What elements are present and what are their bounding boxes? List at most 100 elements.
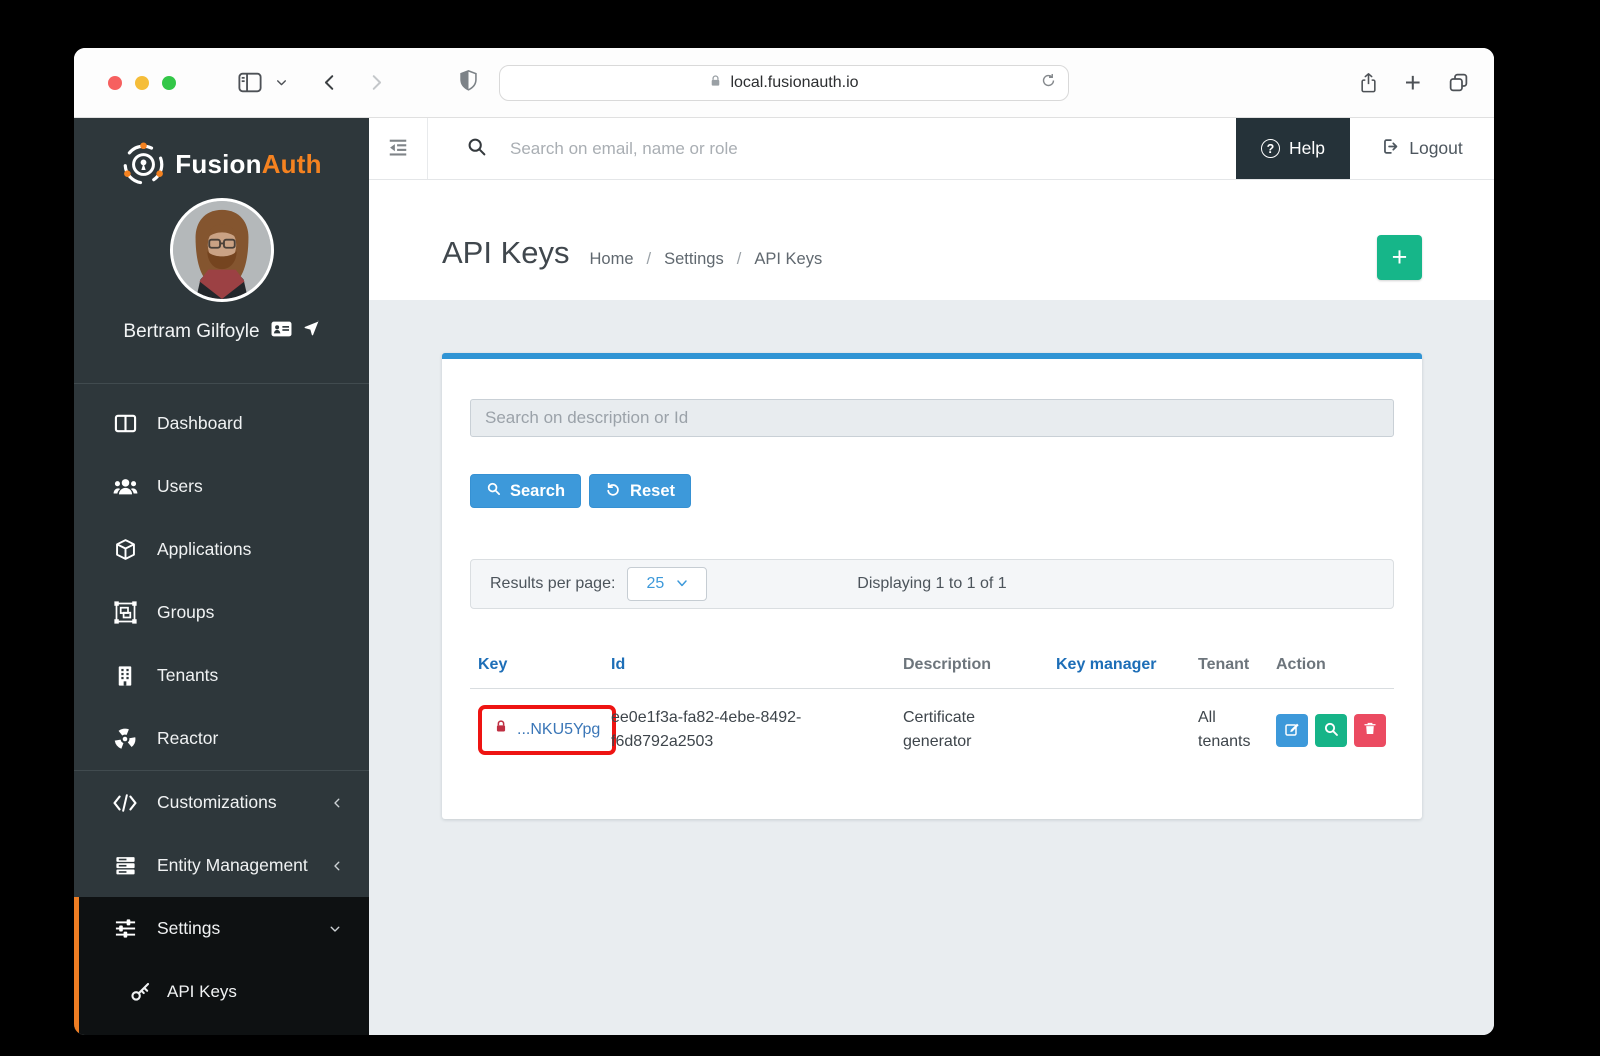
sidebar-item-customizations[interactable]: Customizations	[74, 771, 369, 834]
lock-icon	[709, 74, 722, 93]
sidebar-item-groups[interactable]: Groups	[74, 581, 369, 644]
sidebar: FusionAuth	[74, 118, 369, 1035]
server-icon	[112, 854, 138, 877]
sidebar-toggle-icon[interactable]	[238, 72, 262, 93]
app-topbar: ? Help Logout	[369, 118, 1494, 180]
user-name: Bertram Gilfoyle	[123, 321, 259, 343]
zoom-window-button[interactable]	[162, 76, 176, 90]
sidebar-item-settings[interactable]: Settings	[79, 897, 369, 960]
edit-icon	[1284, 721, 1300, 740]
search-button[interactable]: Search	[470, 474, 581, 508]
plus-icon: +	[1405, 69, 1421, 97]
new-tab-icon[interactable]: +	[1405, 69, 1421, 97]
sidebar-item-users[interactable]: Users	[74, 455, 369, 518]
column-header-key-manager[interactable]: Key manager	[1048, 646, 1190, 689]
sidebar-item-entity-management[interactable]: Entity Management	[74, 834, 369, 897]
traffic-lights	[108, 76, 176, 90]
global-search	[428, 118, 1236, 179]
api-keys-table: Key Id Description Key manager Tenant Ac…	[470, 646, 1394, 771]
api-keys-card: Search Reset Results per page: 25	[442, 353, 1422, 819]
reload-icon[interactable]	[1040, 72, 1057, 94]
table-row: ...NKU5Ypg ee0e1f3a-fa82-4ebe-8492-f6d87…	[470, 689, 1394, 772]
browser-toolbar: local.fusionauth.io +	[74, 48, 1494, 118]
id-card-icon[interactable]	[271, 321, 292, 343]
key-icon	[128, 981, 152, 1002]
paper-plane-icon[interactable]	[303, 320, 320, 343]
undo-icon	[605, 481, 621, 502]
collapse-menu-button[interactable]	[369, 118, 428, 179]
sidebar-settings-group: Settings API Keys	[74, 897, 369, 1035]
api-key-manager	[1048, 689, 1190, 772]
logout-icon	[1381, 137, 1400, 161]
annotation-highlight-box: ...NKU5Ypg	[478, 705, 616, 755]
fusionauth-logo-icon	[121, 142, 166, 187]
back-icon[interactable]	[320, 73, 339, 92]
page-header: API Keys Home / Settings / API Keys +	[369, 180, 1494, 300]
columns-icon	[112, 412, 138, 435]
tab-overview-icon[interactable]	[1448, 72, 1469, 93]
code-icon	[112, 793, 138, 813]
results-per-page-label: Results per page:	[490, 575, 615, 593]
edit-button[interactable]	[1276, 714, 1308, 747]
view-button[interactable]	[1315, 714, 1347, 747]
logout-button[interactable]: Logout	[1350, 118, 1494, 179]
chevron-left-icon	[331, 858, 343, 874]
sidebar-item-applications[interactable]: Applications	[74, 518, 369, 581]
users-icon	[112, 476, 138, 497]
building-icon	[112, 665, 138, 687]
close-window-button[interactable]	[108, 76, 122, 90]
browser-window: local.fusionauth.io +	[74, 48, 1494, 1035]
sliders-icon	[112, 917, 138, 940]
results-bar: Results per page: 25 Displaying 1 to 1 o…	[470, 559, 1394, 609]
share-icon[interactable]	[1359, 71, 1378, 94]
chevron-down-icon	[327, 923, 343, 935]
minimize-window-button[interactable]	[135, 76, 149, 90]
breadcrumb-api-keys: API Keys	[754, 250, 822, 269]
privacy-shield-icon[interactable]	[458, 68, 479, 97]
url-text: local.fusionauth.io	[730, 74, 858, 92]
search-icon	[1323, 721, 1339, 740]
url-bar[interactable]: local.fusionauth.io	[499, 65, 1069, 101]
delete-button[interactable]	[1354, 714, 1386, 747]
reset-button[interactable]: Reset	[589, 474, 691, 508]
chevron-down-icon[interactable]	[275, 76, 288, 89]
page-title: API Keys	[442, 235, 570, 271]
sidebar-nav: Dashboard Users Applications Groups Tena…	[74, 384, 369, 770]
api-key-tenant: All tenants	[1190, 689, 1268, 772]
column-header-description: Description	[895, 646, 1048, 689]
outdent-icon	[387, 136, 409, 161]
trash-icon	[1363, 721, 1377, 739]
api-key-description: Certificate generator	[895, 689, 1048, 772]
search-icon	[466, 136, 487, 162]
column-header-id[interactable]: Id	[603, 646, 895, 689]
sidebar-item-api-keys[interactable]: API Keys	[79, 960, 369, 1023]
help-button[interactable]: ? Help	[1236, 118, 1350, 179]
api-key-link[interactable]: ...NKU5Ypg	[517, 718, 600, 742]
help-icon: ?	[1261, 139, 1280, 158]
add-api-key-button[interactable]: +	[1377, 235, 1422, 280]
global-search-input[interactable]	[510, 139, 1049, 159]
avatar	[170, 198, 274, 302]
sidebar-item-tenants[interactable]: Tenants	[74, 644, 369, 707]
column-header-action: Action	[1268, 646, 1394, 689]
api-key-id: ee0e1f3a-fa82-4ebe-8492-f6d8792a2503	[603, 689, 895, 772]
results-per-page-select[interactable]: 25	[627, 567, 707, 601]
fusionauth-logo: FusionAuth	[74, 118, 369, 210]
plus-icon: +	[1392, 242, 1408, 272]
forward-icon[interactable]	[367, 73, 386, 92]
sidebar-item-reactor[interactable]: Reactor	[74, 707, 369, 770]
breadcrumb-settings[interactable]: Settings	[664, 250, 724, 269]
lock-icon	[494, 718, 508, 742]
chevron-left-icon	[331, 795, 343, 811]
column-header-tenant: Tenant	[1190, 646, 1268, 689]
object-group-icon	[112, 601, 138, 624]
breadcrumb: Home / Settings / API Keys	[590, 238, 823, 269]
radiation-icon	[112, 727, 138, 751]
description-search-input[interactable]	[470, 399, 1394, 437]
breadcrumb-home[interactable]: Home	[590, 250, 634, 269]
chevron-down-icon	[676, 575, 688, 593]
column-header-key[interactable]: Key	[470, 646, 603, 689]
sidebar-item-dashboard[interactable]: Dashboard	[74, 392, 369, 455]
content-area: Search Reset Results per page: 25	[369, 300, 1494, 1035]
search-icon	[486, 481, 501, 501]
